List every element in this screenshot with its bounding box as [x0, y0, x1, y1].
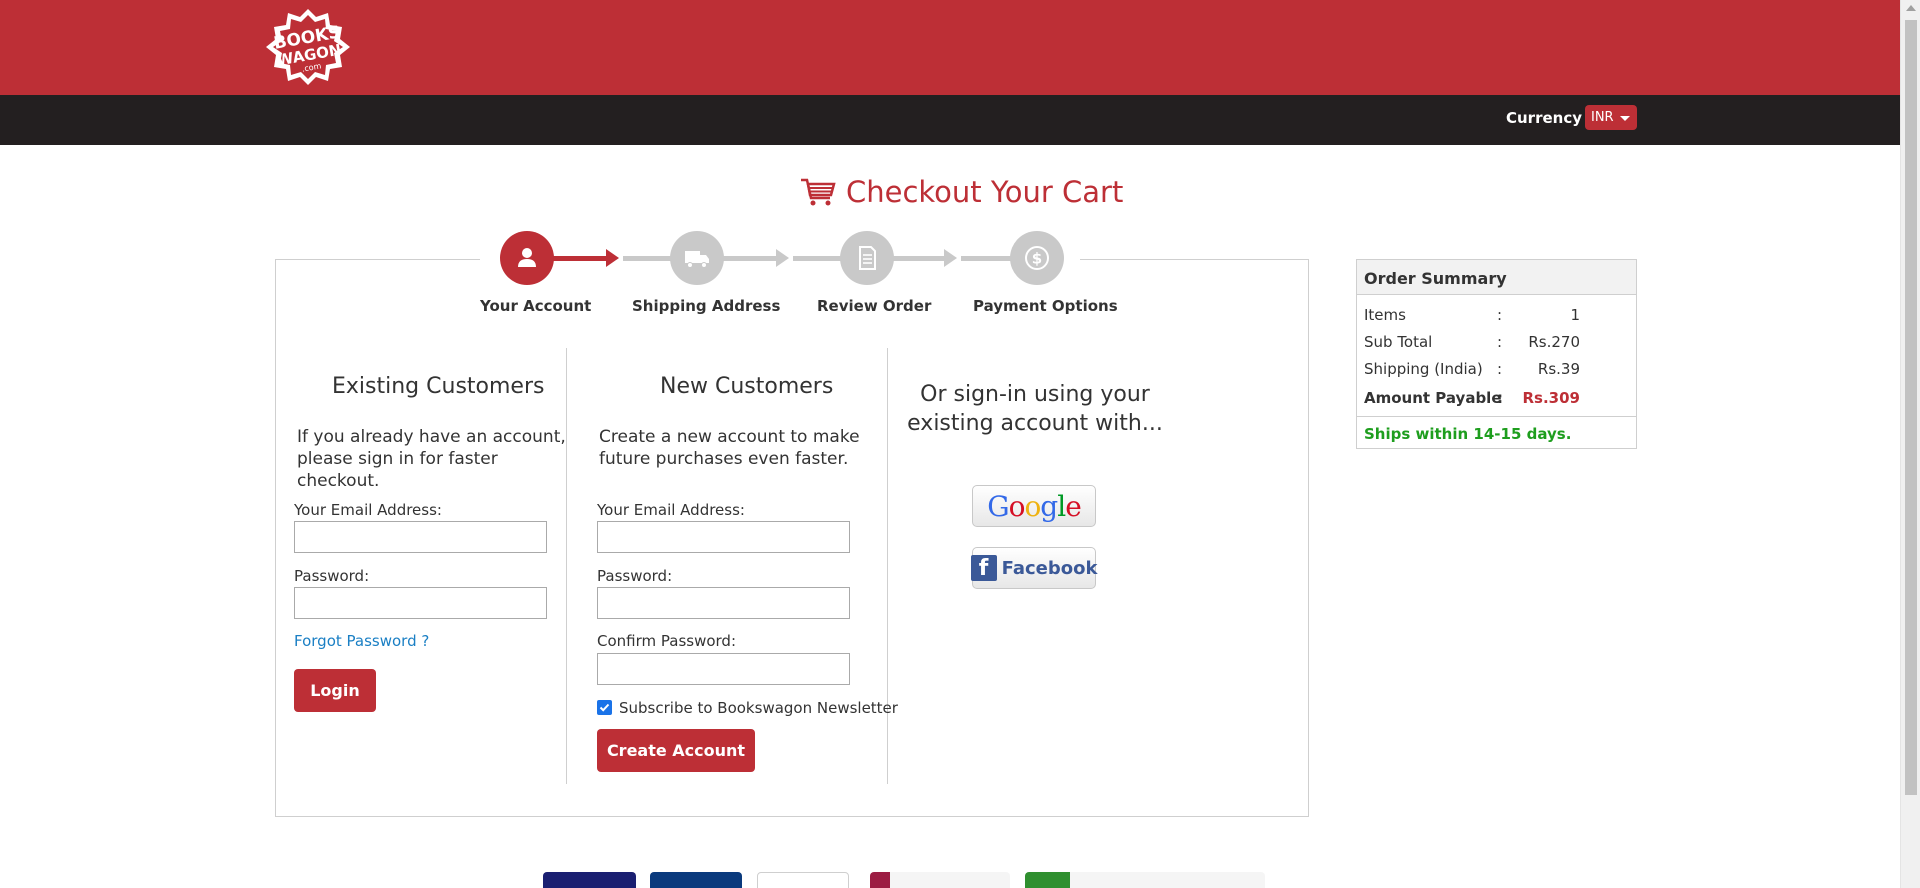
page-title: Checkout Your Cart	[800, 172, 1123, 212]
summary-colon: :	[1497, 333, 1503, 351]
summary-shipping-value: Rs.39	[1537, 360, 1580, 378]
existing-customers-desc: If you already have an account, please s…	[297, 427, 566, 491]
scroll-thumb[interactable]	[1905, 20, 1917, 795]
payment-logo-5	[1025, 872, 1265, 888]
step-arrow-3	[944, 249, 957, 267]
step-connector-3	[890, 256, 946, 261]
ships-within-text: Ships within 14-15 days.	[1364, 425, 1572, 443]
step-label-shipping-address[interactable]: Shipping Address	[632, 297, 780, 315]
column-divider-2	[887, 348, 888, 784]
document-icon	[859, 246, 876, 270]
currency-value: INR	[1591, 110, 1614, 125]
summary-items-value: 1	[1570, 306, 1580, 324]
summary-amount-label: Amount Payable	[1364, 389, 1502, 407]
social-signin-heading: Or sign-in using your existing account w…	[907, 382, 1163, 436]
new-password-label: Password:	[597, 567, 673, 585]
bookswagon-logo[interactable]: BOOKS WAGON .com	[260, 7, 356, 87]
visa-logo	[543, 872, 636, 888]
google-signin-button[interactable]: Google	[972, 485, 1096, 527]
newsletter-label[interactable]: Subscribe to Bookswagon Newsletter	[619, 699, 898, 717]
step-payment-options[interactable]: $	[1010, 231, 1064, 285]
existing-customers-heading: Existing Customers	[332, 374, 545, 399]
currency-select[interactable]: INR	[1585, 105, 1637, 130]
column-divider-1	[566, 348, 567, 784]
page-title-text: Checkout Your Cart	[846, 175, 1124, 209]
svg-text:$: $	[1032, 250, 1042, 268]
create-account-button[interactable]: Create Account	[597, 729, 755, 772]
checkmark-icon	[599, 703, 610, 712]
step-your-account[interactable]	[500, 231, 554, 285]
existing-email-input[interactable]	[294, 521, 547, 553]
summary-colon: :	[1497, 389, 1503, 407]
scroll-up-icon[interactable]	[1906, 5, 1916, 11]
google-logo-text: Google	[987, 489, 1082, 523]
step-label-payment-options[interactable]: Payment Options	[973, 297, 1118, 315]
summary-colon: :	[1497, 306, 1503, 324]
cart-icon	[801, 178, 836, 206]
facebook-signin-button[interactable]: f Facebook	[970, 547, 1098, 589]
facebook-label: Facebook	[1001, 557, 1098, 579]
step-review-order[interactable]	[840, 231, 894, 285]
existing-email-label: Your Email Address:	[294, 501, 442, 519]
order-summary-title: Order Summary	[1357, 260, 1636, 295]
summary-colon: :	[1497, 360, 1503, 378]
user-icon	[518, 248, 536, 267]
newsletter-checkbox[interactable]	[597, 700, 612, 715]
mastercard-logo	[650, 872, 742, 888]
new-email-input[interactable]	[597, 521, 850, 553]
step-connector-2	[722, 256, 778, 261]
summary-subtotal-value: Rs.270	[1528, 333, 1580, 351]
existing-password-label: Password:	[294, 567, 370, 585]
step-label-your-account[interactable]: Your Account	[480, 297, 591, 315]
new-email-label: Your Email Address:	[597, 501, 745, 519]
confirm-password-label: Confirm Password:	[597, 632, 737, 650]
forgot-password-link[interactable]: Forgot Password ?	[294, 632, 429, 650]
summary-shipping-label: Shipping (India)	[1364, 360, 1483, 378]
summary-amount-value: Rs.309	[1522, 389, 1581, 407]
caret-down-icon	[1620, 116, 1630, 121]
login-button[interactable]: Login	[294, 669, 376, 712]
currency-label: Currency	[1506, 109, 1583, 127]
summary-divider	[1357, 416, 1636, 417]
summary-items-label: Items	[1364, 306, 1406, 324]
step-connector-4a	[961, 256, 1011, 261]
step-label-review-order[interactable]: Review Order	[817, 297, 931, 315]
order-summary: Order Summary Items : 1 Sub Total : Rs.2…	[1356, 259, 1637, 449]
new-password-input[interactable]	[597, 587, 850, 619]
existing-password-input[interactable]	[294, 587, 547, 619]
confirm-password-input[interactable]	[597, 653, 850, 685]
paypal-logo	[757, 872, 849, 888]
step-arrow-1	[606, 249, 619, 267]
page-scrollbar[interactable]	[1900, 0, 1920, 888]
step-connector-2a	[623, 256, 671, 261]
payment-logo-4	[870, 872, 1010, 888]
summary-subtotal-label: Sub Total	[1364, 333, 1433, 351]
new-customers-heading: New Customers	[660, 374, 834, 399]
step-shipping-address[interactable]	[670, 231, 724, 285]
step-connector-3a	[793, 256, 841, 261]
step-connector-1	[553, 256, 608, 261]
step-arrow-2	[776, 249, 789, 267]
facebook-icon: f	[970, 555, 997, 581]
dollar-icon: $	[1025, 246, 1049, 270]
new-customers-desc: Create a new account to make future purc…	[599, 427, 860, 469]
truck-icon	[685, 251, 709, 268]
